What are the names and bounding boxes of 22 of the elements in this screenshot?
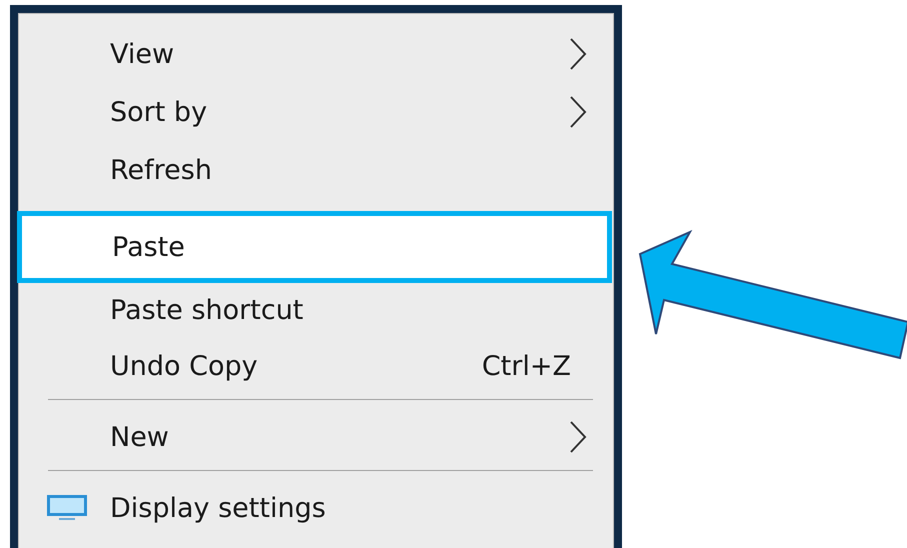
chevron-right-icon <box>569 95 587 129</box>
monitor-icon <box>46 494 88 522</box>
menu-item-label: Paste <box>112 232 186 262</box>
menu-item-label: View <box>110 38 176 70</box>
menu-item-label: Sort by <box>110 96 208 128</box>
menu-item[interactable]: Paste shortcut <box>19 283 613 337</box>
shortcut-label: Ctrl+Z <box>482 350 571 382</box>
menu-item-label: New <box>110 422 170 452</box>
menu-item[interactable]: Refresh <box>19 141 613 199</box>
chevron-right-icon <box>569 37 587 71</box>
chevron-right-icon <box>569 420 587 454</box>
menu-item[interactable]: Display settings <box>19 479 613 537</box>
pointer-arrow-icon <box>638 230 907 362</box>
menu-item-label: Display settings <box>110 492 327 524</box>
menu-item[interactable]: New <box>19 408 613 466</box>
menu-item[interactable]: Undo Copy Ctrl+Z <box>19 337 613 395</box>
menu-item[interactable]: Sort by <box>19 83 613 141</box>
menu-item-label: Refresh <box>110 154 213 186</box>
menu-item[interactable]: View <box>19 25 613 83</box>
menu-item-label: Paste shortcut <box>110 294 304 326</box>
menu-item-label: Undo Copy <box>110 350 259 382</box>
menu-item[interactable]: Paste <box>17 211 612 283</box>
